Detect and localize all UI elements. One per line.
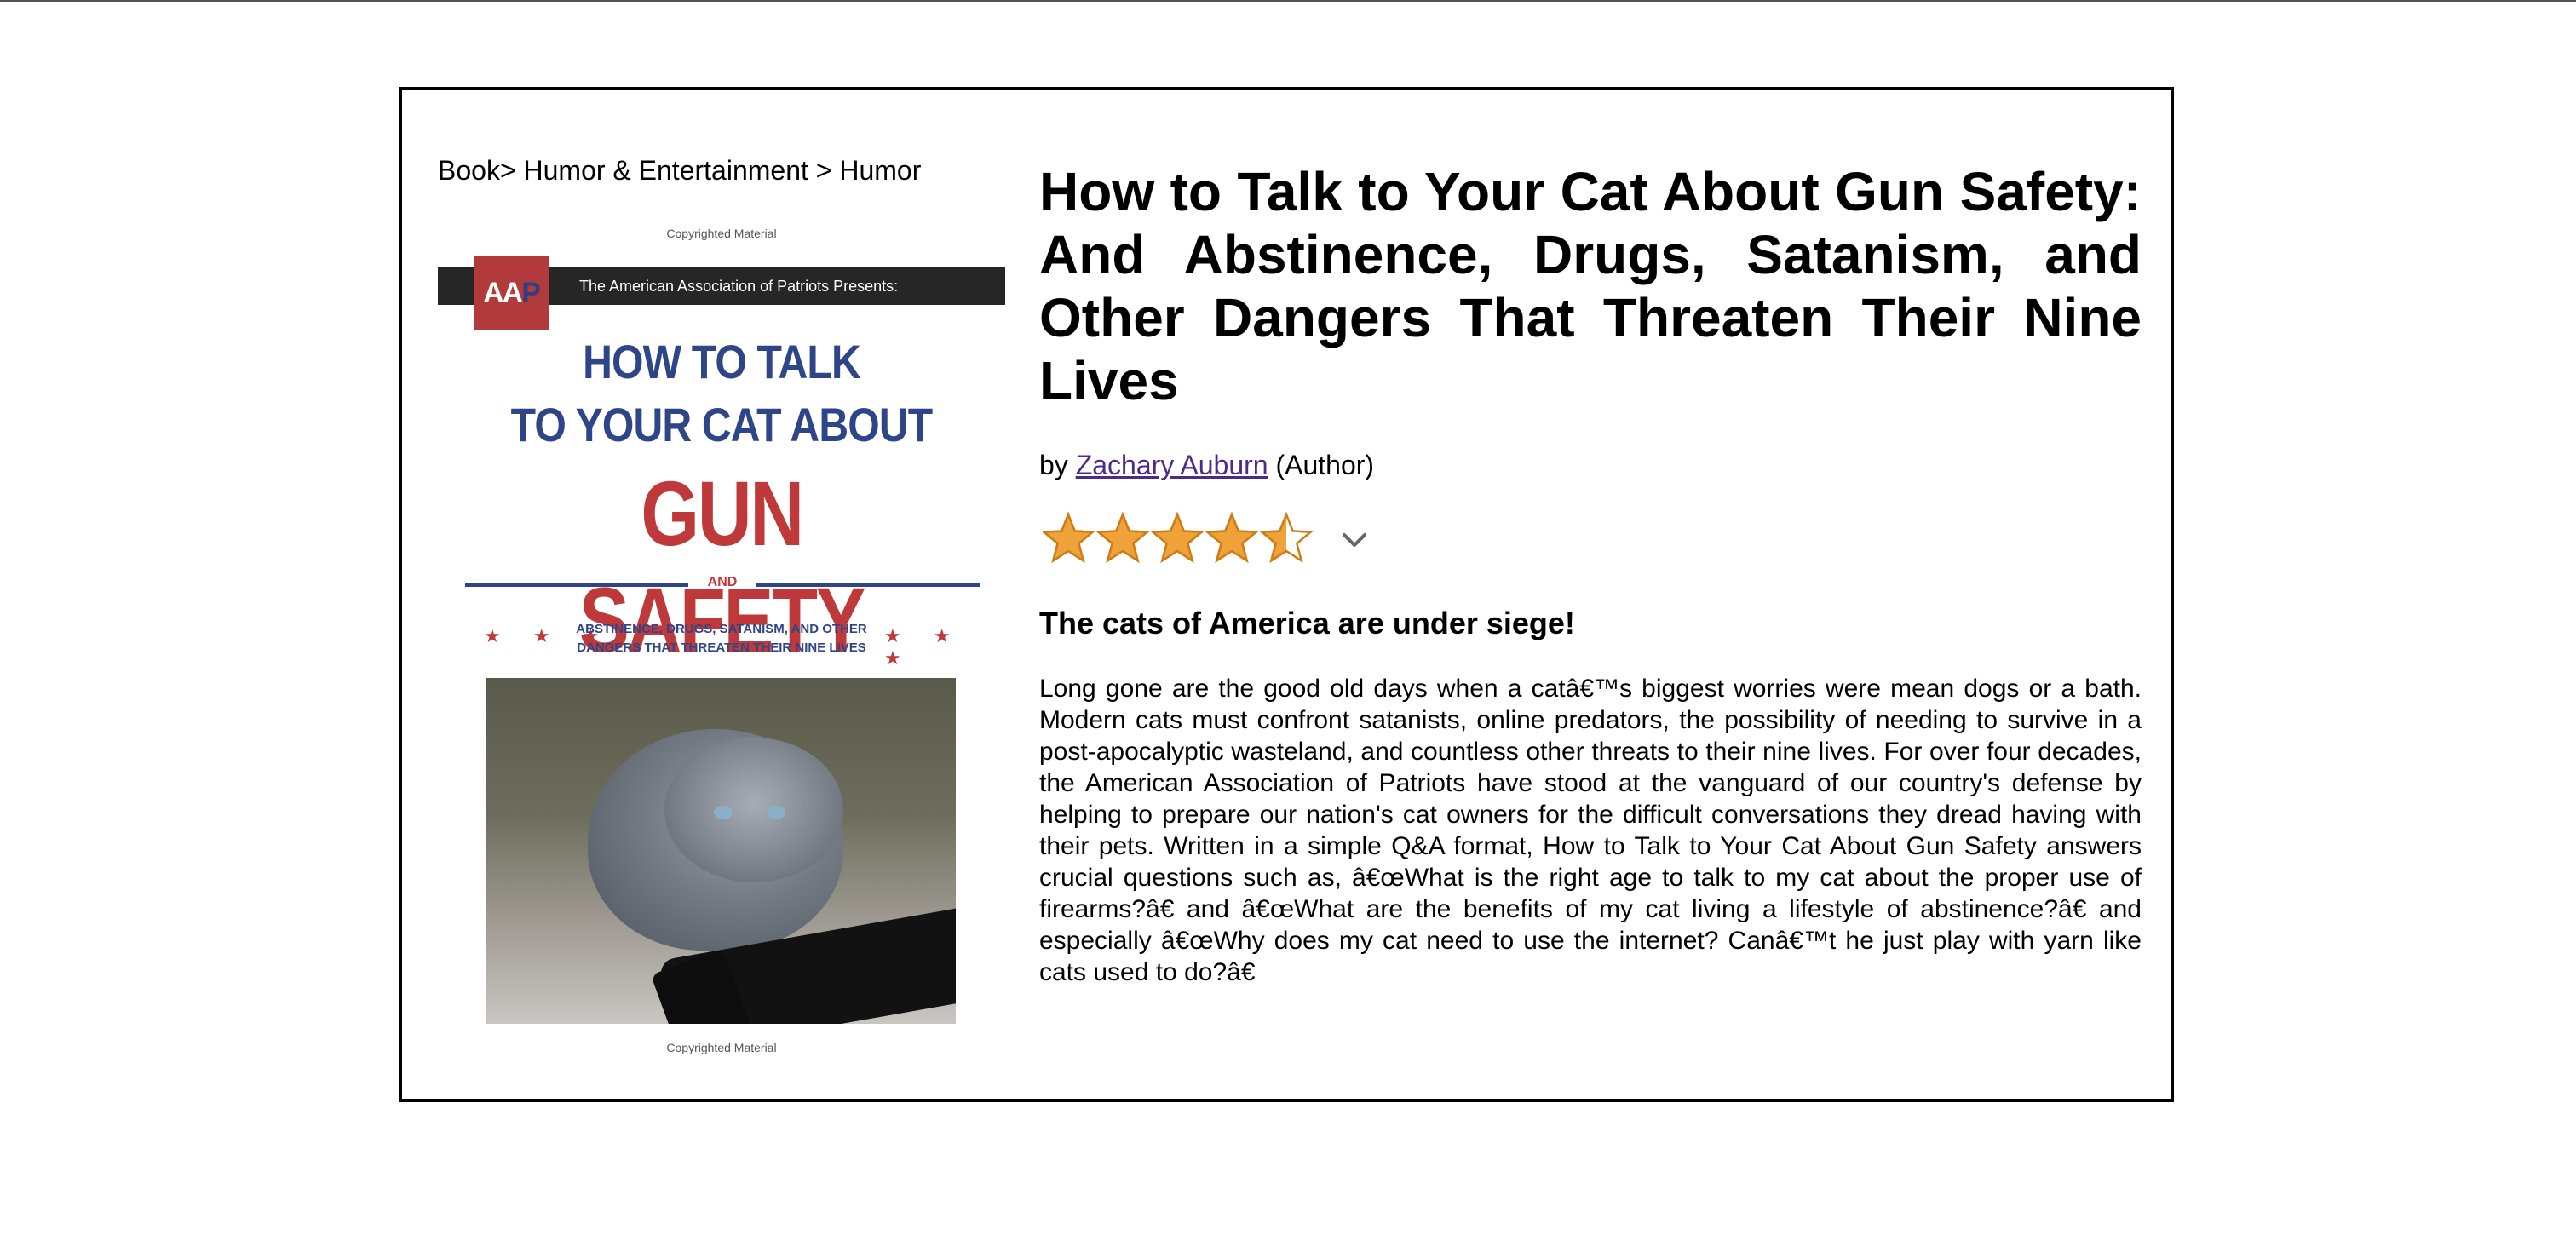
cover-title-line1: HOW TO TALK <box>583 335 861 388</box>
aap-logo: AAP <box>474 256 549 330</box>
byline-prefix: by <box>1039 450 1068 480</box>
description-headline: The cats of America are under siege! <box>1039 606 1575 640</box>
kitten-eye-left <box>714 806 733 819</box>
cover-rule-right <box>756 583 980 587</box>
cover-copyright-top: Copyrighted Material <box>666 227 777 240</box>
star-fill-4 <box>1206 511 1257 564</box>
book-cover-image[interactable]: Copyrighted Material The American Associ… <box>438 220 1005 1071</box>
product-description: Long gone are the good old days when a c… <box>1039 675 2142 986</box>
cover-banner-text: The American Association of Patriots Pre… <box>579 278 899 295</box>
kitten-head <box>664 738 843 882</box>
star-fill-1 <box>1043 511 1094 564</box>
logo-letter-a1: A <box>483 277 504 309</box>
logo-letter-a2: A <box>502 277 524 309</box>
top-divider <box>0 0 2576 2</box>
author-link[interactable]: Zachary Auburn <box>1076 450 1268 480</box>
star-fill-3 <box>1152 511 1203 564</box>
cover-kitten-photo <box>486 678 956 1024</box>
cover-and: AND <box>707 575 738 589</box>
product-title: How to Talk to Your Cat About Gun Safety… <box>1039 161 2142 411</box>
cover-title-line2: TO YOUR CAT ABOUT <box>510 398 933 451</box>
kitten-eye-right <box>767 806 785 819</box>
cover-stars-right: ★ ★ ★ <box>884 625 964 669</box>
chevron-down-icon[interactable] <box>1337 523 1371 557</box>
byline: by Zachary Auburn (Author) <box>1039 448 1374 482</box>
cover-rule-left <box>465 583 688 587</box>
product-card: Book> Humor & Entertainment > Humor Copy… <box>399 87 2174 1102</box>
logo-letter-p: P <box>521 277 541 309</box>
star-rating[interactable] <box>1043 509 1371 571</box>
star-fill-2 <box>1097 511 1148 564</box>
rating-stars[interactable] <box>1043 509 1315 571</box>
cover-copyright-bottom: Copyrighted Material <box>666 1041 777 1054</box>
author-role: (Author) <box>1275 450 1375 480</box>
breadcrumb[interactable]: Book> Humor & Entertainment > Humor <box>438 153 921 187</box>
